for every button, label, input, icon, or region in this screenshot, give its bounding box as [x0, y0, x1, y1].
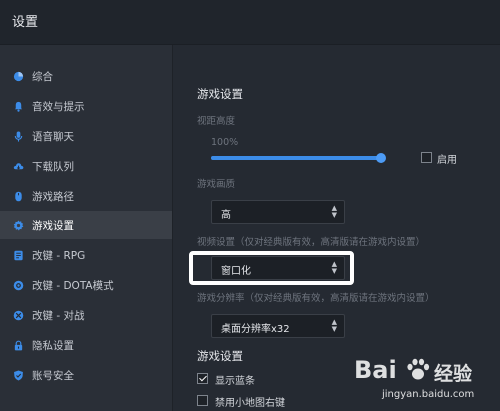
section-title-2: 游戏设置 — [197, 349, 243, 363]
show-blue-bar-checkbox[interactable] — [197, 373, 208, 384]
sidebar-item-keys-versus[interactable]: 改键 - 对战 — [0, 301, 172, 329]
sidebar-item-label: 改键 - RPG — [32, 249, 86, 262]
microphone-icon — [13, 130, 24, 142]
sidebar-item-game-settings[interactable]: 游戏设置 — [0, 211, 172, 239]
window-title: 设置 — [12, 15, 39, 30]
slider-handle[interactable] — [376, 153, 386, 163]
section-title: 游戏设置 — [197, 87, 243, 101]
quality-select[interactable]: 高 ▲ ▼ — [211, 200, 345, 224]
versus-icon — [13, 310, 24, 321]
paw-icon — [407, 358, 430, 380]
highlight-box — [189, 251, 354, 285]
sidebar-item-label: 改键 - DOTA模式 — [32, 279, 114, 292]
show-blue-bar-label: 显示蓝条 — [215, 376, 255, 387]
resolution-select[interactable]: 桌面分辨率x32 ▲ ▼ — [211, 314, 345, 338]
sidebar-item-label: 游戏路径 — [32, 190, 74, 203]
bell-icon — [13, 101, 24, 112]
disable-minimap-label: 禁用小地图右键 — [215, 398, 285, 409]
sidebar-item-general[interactable]: 综合 — [0, 62, 172, 90]
title-bar: 设置 — [0, 0, 500, 45]
watermark-url: jingyan.baidu.com — [382, 389, 475, 400]
sidebar-item-label: 账号安全 — [32, 369, 74, 382]
sidebar-item-privacy[interactable]: 隐私设置 — [0, 331, 172, 359]
sidebar-item-voice[interactable]: 语音聊天 — [0, 122, 172, 150]
shield-icon — [13, 370, 24, 381]
pie-chart-icon — [13, 71, 24, 82]
quality-select-value: 高 — [221, 210, 231, 221]
sidebar-item-label: 综合 — [32, 70, 53, 83]
sidebar-item-account-security[interactable]: 账号安全 — [0, 361, 172, 389]
enable-checkbox[interactable] — [421, 152, 432, 163]
resolution-label: 游戏分辨率（仅对经典版有效，高清版请在游戏内设置） — [197, 293, 435, 304]
sidebar-item-downloads[interactable]: 下载队列 — [0, 152, 172, 180]
dota-icon — [13, 280, 24, 291]
sidebar-item-label: 下载队列 — [32, 160, 74, 173]
select-arrows-icon: ▲ ▼ — [331, 204, 337, 219]
slider-fill — [211, 156, 381, 160]
sidebar-item-label: 语音聊天 — [32, 130, 74, 143]
enable-label: 启用 — [437, 155, 457, 166]
sidebar-item-label: 游戏设置 — [32, 219, 74, 232]
watermark-brand-2: 经验 — [434, 363, 473, 385]
mouse-icon — [13, 191, 24, 202]
view-height-slider[interactable] — [211, 153, 386, 163]
disable-minimap-checkbox[interactable] — [197, 395, 208, 406]
select-arrows-icon: ▲ ▼ — [331, 318, 337, 333]
sidebar: 综合 音效与提示 语音聊天 下载队列 游戏路径 游戏设置 改键 - RPG 改键… — [0, 45, 173, 411]
sidebar-item-label: 音效与提示 — [32, 100, 85, 113]
keyboard-icon — [13, 250, 24, 261]
view-height-value: 100% — [211, 137, 239, 148]
view-height-label: 视距高度 — [197, 116, 236, 127]
gear-icon — [13, 219, 24, 231]
watermark-brand: Bai — [354, 356, 397, 384]
lock-icon — [13, 340, 24, 351]
quality-label: 游戏画质 — [197, 179, 236, 190]
video-settings-label: 视频设置（仅对经典版有效，高清版请在游戏内设置） — [197, 237, 426, 248]
sidebar-item-sound[interactable]: 音效与提示 — [0, 92, 172, 120]
sidebar-item-label: 隐私设置 — [32, 339, 74, 352]
resolution-select-value: 桌面分辨率x32 — [221, 324, 290, 335]
sidebar-item-keys-dota[interactable]: 改键 - DOTA模式 — [0, 271, 172, 299]
sidebar-item-game-path[interactable]: 游戏路径 — [0, 182, 172, 210]
cloud-download-icon — [13, 161, 24, 172]
baidu-watermark: Bai 经验 jingyan.baidu.com — [352, 352, 500, 411]
sidebar-item-label: 改键 - 对战 — [32, 309, 85, 322]
sidebar-item-keys-rpg[interactable]: 改键 - RPG — [0, 241, 172, 269]
